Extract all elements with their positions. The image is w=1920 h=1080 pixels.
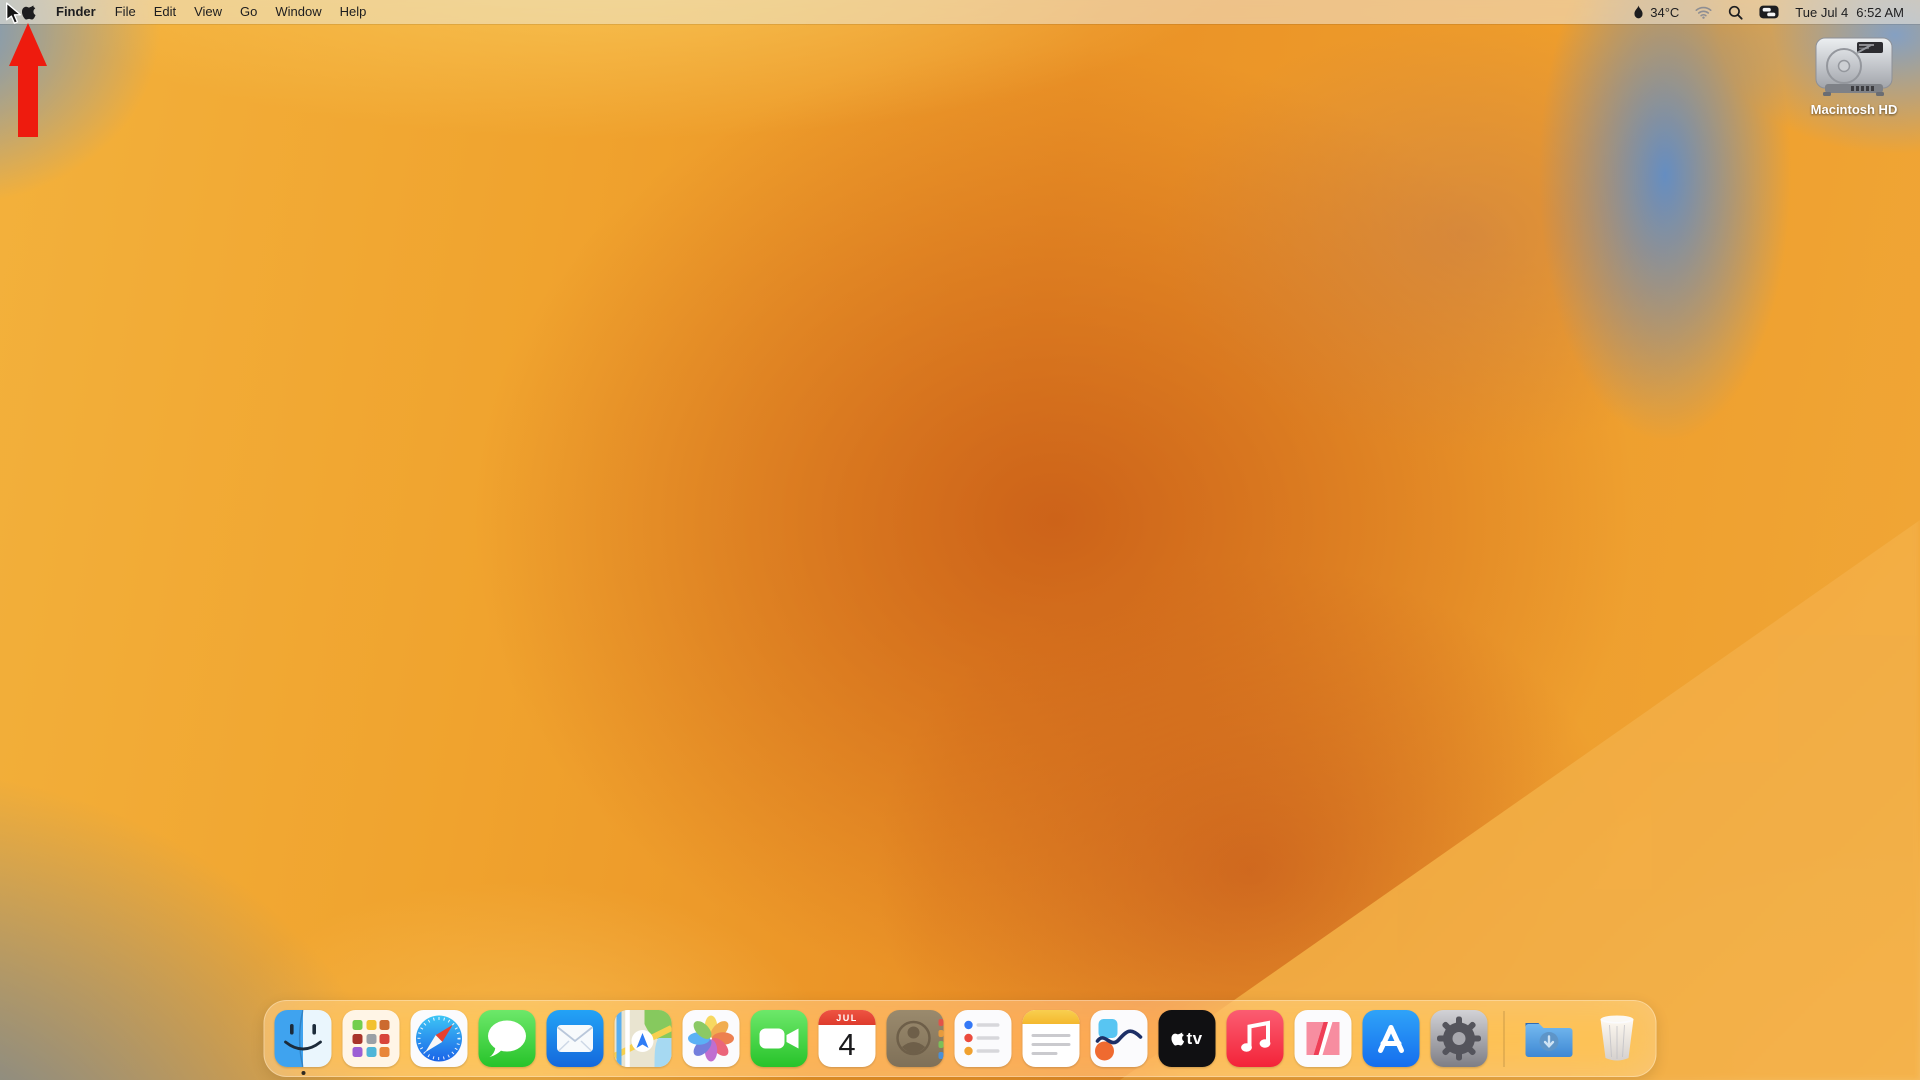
menu-item-edit[interactable]: Edit bbox=[145, 0, 185, 24]
music-icon bbox=[1227, 1010, 1284, 1067]
trash-icon bbox=[1589, 1010, 1646, 1067]
reminders-icon bbox=[955, 1010, 1012, 1067]
maps-icon bbox=[615, 1010, 672, 1067]
menu-bar-time: 6:52 AM bbox=[1856, 5, 1904, 20]
dock-item-maps[interactable] bbox=[615, 1010, 672, 1067]
dock-item-messages[interactable] bbox=[479, 1010, 536, 1067]
annotation-arrow-up bbox=[8, 23, 48, 137]
dock-item-appstore[interactable] bbox=[1363, 1010, 1420, 1067]
dock-item-contacts[interactable] bbox=[887, 1010, 944, 1067]
apple-logo-small bbox=[1171, 1031, 1184, 1047]
messages-icon bbox=[479, 1010, 536, 1067]
dock-item-finder[interactable] bbox=[275, 1010, 332, 1067]
flame-icon bbox=[1632, 4, 1645, 20]
calendar-day: 4 bbox=[838, 1025, 855, 1065]
dock-item-settings[interactable] bbox=[1431, 1010, 1488, 1067]
freeform-icon bbox=[1091, 1010, 1148, 1067]
control-center-icon[interactable] bbox=[1759, 5, 1779, 19]
downloads-folder-icon bbox=[1521, 1010, 1578, 1067]
dock-item-downloads[interactable] bbox=[1521, 1010, 1578, 1067]
launchpad-icon bbox=[343, 1010, 400, 1067]
menu-item-go[interactable]: Go bbox=[231, 0, 266, 24]
menu-item-view[interactable]: View bbox=[185, 0, 231, 24]
dock-item-reminders[interactable] bbox=[955, 1010, 1012, 1067]
weather-status[interactable]: 34°C bbox=[1632, 4, 1679, 20]
volume-label: Macintosh HD bbox=[1798, 102, 1910, 117]
photos-icon bbox=[683, 1010, 740, 1067]
dock-item-notes[interactable] bbox=[1023, 1010, 1080, 1067]
dock-item-calendar[interactable]: JUL 4 bbox=[819, 1010, 876, 1067]
calendar-month: JUL bbox=[819, 1010, 876, 1025]
hard-drive-icon bbox=[1813, 36, 1895, 98]
news-icon bbox=[1295, 1010, 1352, 1067]
menu-bar: Finder File Edit View Go Window Help 34°… bbox=[0, 0, 1920, 24]
dock-item-mail[interactable] bbox=[547, 1010, 604, 1067]
tv-label: tv bbox=[1186, 1029, 1202, 1049]
dock-item-music[interactable] bbox=[1227, 1010, 1284, 1067]
temperature-value: 34°C bbox=[1650, 5, 1679, 20]
menu-item-file[interactable]: File bbox=[106, 0, 145, 24]
mail-icon bbox=[547, 1010, 604, 1067]
menu-bar-left: Finder File Edit View Go Window Help bbox=[12, 0, 375, 24]
menu-item-help[interactable]: Help bbox=[331, 0, 376, 24]
mouse-cursor bbox=[5, 2, 23, 25]
finder-icon bbox=[275, 1010, 332, 1067]
dock-item-safari[interactable] bbox=[411, 1010, 468, 1067]
dock-divider bbox=[1504, 1011, 1505, 1067]
macos-desktop: Finder File Edit View Go Window Help 34°… bbox=[0, 0, 1920, 1080]
menu-item-finder[interactable]: Finder bbox=[46, 0, 106, 24]
menu-item-window[interactable]: Window bbox=[266, 0, 330, 24]
appstore-icon bbox=[1363, 1010, 1420, 1067]
search-icon[interactable] bbox=[1728, 5, 1743, 20]
dock-item-launchpad[interactable] bbox=[343, 1010, 400, 1067]
wifi-icon[interactable] bbox=[1695, 6, 1712, 19]
contacts-icon bbox=[887, 1010, 944, 1067]
clock[interactable]: Tue Jul 4 6:52 AM bbox=[1795, 5, 1904, 20]
dock-item-facetime[interactable] bbox=[751, 1010, 808, 1067]
gear-icon bbox=[1431, 1010, 1488, 1067]
menu-bar-status: 34°C Tue Jul 4 6:52 AM bbox=[1632, 4, 1904, 20]
desktop-icon-macintosh-hd[interactable]: Macintosh HD bbox=[1798, 36, 1910, 117]
menu-bar-date: Tue Jul 4 bbox=[1795, 5, 1848, 20]
appletv-icon: tv bbox=[1159, 1010, 1216, 1067]
dock-item-photos[interactable] bbox=[683, 1010, 740, 1067]
safari-icon bbox=[411, 1010, 468, 1067]
notes-icon bbox=[1023, 1010, 1080, 1067]
calendar-icon: JUL 4 bbox=[819, 1010, 876, 1067]
dock-item-tv[interactable]: tv bbox=[1159, 1010, 1216, 1067]
dock-item-freeform[interactable] bbox=[1091, 1010, 1148, 1067]
apple-logo-icon bbox=[22, 4, 36, 21]
facetime-icon bbox=[751, 1010, 808, 1067]
finder-running-indicator bbox=[301, 1071, 305, 1075]
dock: JUL 4 bbox=[264, 1000, 1657, 1077]
dock-item-news[interactable] bbox=[1295, 1010, 1352, 1067]
dock-item-trash[interactable] bbox=[1589, 1010, 1646, 1067]
